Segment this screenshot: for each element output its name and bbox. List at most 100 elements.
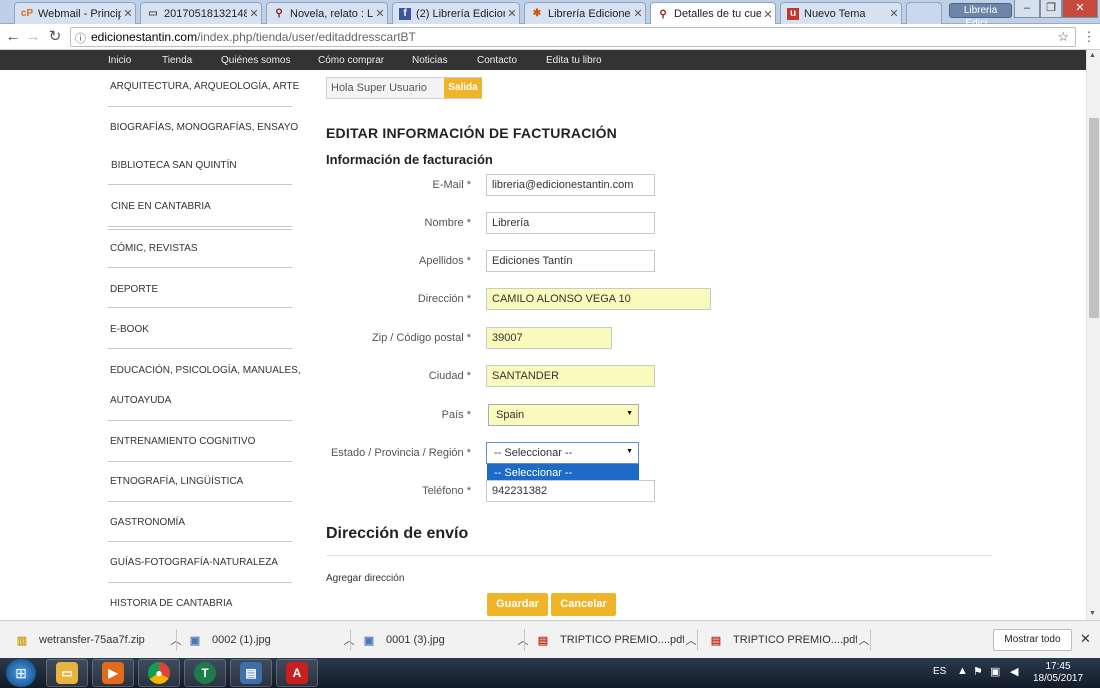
add-address-text: Agregar dirección — [326, 573, 405, 584]
url-field[interactable]: ⓘ edicionestantin.com/index.php/tienda/u… — [70, 27, 1076, 47]
category-item[interactable]: GASTRONOMÍA — [110, 517, 185, 528]
pais-select[interactable]: Spain ▼ — [488, 404, 639, 426]
estado-select[interactable]: -- Seleccionar -- ▼ — [486, 442, 639, 464]
show-hidden-icons-icon[interactable]: ▲ — [957, 665, 968, 677]
divider — [108, 267, 292, 268]
nav-quienes-somos[interactable]: Quiénes somos — [221, 55, 290, 66]
clock[interactable]: 17:45 18/05/2017 — [1032, 661, 1084, 685]
category-item[interactable]: ENTRENAMIENTO COGNITIVO — [110, 436, 255, 447]
category-item[interactable]: HISTORIA DE CANTABRIA — [110, 598, 232, 609]
apellidos-field[interactable]: Ediciones Tantín — [486, 250, 655, 272]
page-scrollbar[interactable]: ▲ ▼ — [1086, 50, 1100, 620]
category-item[interactable]: CINE EN CANTABRIA — [111, 201, 211, 212]
dropdown-arrow-icon: ▼ — [626, 410, 633, 417]
url-host: edicionestantin.com — [91, 30, 198, 44]
taskbar-acrobat[interactable]: A — [276, 659, 318, 687]
t-app-icon: T — [194, 662, 216, 684]
info-icon[interactable]: ⓘ — [75, 30, 86, 46]
close-tab-icon[interactable]: ✕ — [505, 7, 519, 20]
facebook-icon: f — [399, 7, 411, 20]
pais-value: Spain — [496, 409, 525, 421]
taskbar-explorer[interactable]: ▭ — [46, 659, 88, 687]
bookmark-star-icon[interactable]: ☆ — [1057, 29, 1069, 45]
menu-kebab-icon[interactable]: ⋮ — [1080, 28, 1098, 46]
category-item-continued[interactable]: AUTOAYUDA — [110, 395, 171, 406]
taskbar-app-t[interactable]: T — [184, 659, 226, 687]
direccion-field[interactable]: CAMILO ALONSO VEGA 10 — [486, 288, 711, 310]
taskbar-media-player[interactable]: ▶ — [92, 659, 134, 687]
category-item[interactable]: E-BOOK — [110, 324, 149, 335]
category-item[interactable]: EDUCACIÓN, PSICOLOGÍA, MANUALES, — [110, 365, 301, 376]
nav-tienda[interactable]: Tienda — [162, 55, 192, 66]
chevron-up-icon[interactable]: ︿ — [684, 632, 698, 648]
reload-icon[interactable]: ↻ — [46, 28, 64, 46]
scroll-down-icon[interactable]: ▼ — [1089, 610, 1096, 617]
tab-webmail[interactable]: cP Webmail - Principal ✕ — [14, 2, 136, 24]
show-all-downloads-button[interactable]: Mostrar todo — [993, 629, 1072, 651]
tab-novela[interactable]: ⚲ Novela, relato : La e ✕ — [266, 2, 388, 24]
maximize-button[interactable]: ❐ — [1040, 0, 1062, 18]
window-close-button[interactable]: ✕ — [1062, 0, 1098, 18]
profile-button[interactable]: Libreria Edici... — [949, 3, 1012, 29]
download-item[interactable]: ▤ TRIPTICO PREMIO....pdf ︿ — [536, 621, 698, 659]
tab-detalles-cuenta[interactable]: ⚲ Detalles de tu cuent ✕ — [650, 2, 776, 25]
volume-icon[interactable]: ◀ — [1010, 665, 1018, 678]
ciudad-field[interactable]: SANTANDER — [486, 365, 655, 387]
scroll-up-icon[interactable]: ▲ — [1089, 52, 1096, 59]
network-icon[interactable]: ▣ — [990, 665, 1000, 678]
zip-field[interactable]: 39007 — [486, 327, 612, 349]
windows-taskbar: ⊞ ▭ ▶ ● T ▤ A ES ▲ ⚑ ▣ ◀ 17:45 18/05/201… — [0, 658, 1100, 688]
chevron-up-icon[interactable]: ︿ — [857, 632, 871, 648]
language-indicator[interactable]: ES — [933, 666, 946, 677]
close-tab-icon[interactable]: ✕ — [247, 7, 261, 20]
close-tab-icon[interactable]: ✕ — [631, 7, 645, 20]
close-tab-icon[interactable]: ✕ — [373, 7, 387, 20]
category-item[interactable]: CÓMIC, REVISTAS — [110, 243, 198, 254]
close-icon[interactable]: ✕ — [1080, 631, 1091, 647]
close-tab-icon[interactable]: ✕ — [761, 8, 775, 21]
save-button[interactable]: Guardar — [487, 593, 548, 616]
tab-nuevo-tema[interactable]: u Nuevo Tema ✕ — [780, 2, 902, 24]
download-item[interactable]: ▥ wetransfer-75aa7f.zip ︿ — [15, 621, 183, 659]
back-arrow-icon[interactable]: ← — [4, 28, 22, 46]
estado-dropdown-option[interactable]: -- Seleccionar -- — [487, 464, 639, 481]
download-item[interactable]: ▤ TRIPTICO PREMIO....pdf ︿ — [709, 621, 871, 659]
nav-inicio[interactable]: Inicio — [108, 55, 131, 66]
taskbar-window[interactable]: ▤ — [230, 659, 272, 687]
category-item[interactable]: ARQUITECTURA, ARQUEOLOGÍA, ARTE — [110, 81, 299, 92]
scrollbar-thumb[interactable] — [1089, 118, 1099, 318]
telefono-field[interactable]: 942231382 — [486, 480, 655, 502]
clock-date: 18/05/2017 — [1032, 673, 1084, 684]
tab-pdf[interactable]: ▭ 20170518132148.pdf ✕ — [140, 2, 262, 24]
start-button[interactable]: ⊞ — [6, 659, 36, 687]
new-tab-button[interactable] — [906, 2, 942, 24]
category-item[interactable]: BIOGRAFÍAS, MONOGRAFÍAS, ENSAYO — [110, 122, 298, 133]
nav-edita-tu-libro[interactable]: Edita tu libro — [546, 55, 602, 66]
download-item[interactable]: ▣ 0001 (3).jpg ︿ — [362, 621, 530, 659]
download-item[interactable]: ▣ 0002 (1).jpg ︿ — [188, 621, 356, 659]
taskbar-chrome[interactable]: ● — [138, 659, 180, 687]
nav-como-comprar[interactable]: Cómo comprar — [318, 55, 384, 66]
cancel-button[interactable]: Cancelar — [551, 593, 616, 616]
nav-noticias[interactable]: Noticias — [412, 55, 448, 66]
chevron-up-icon[interactable]: ︿ — [342, 632, 356, 648]
flag-icon[interactable]: ⚑ — [973, 665, 983, 678]
chevron-up-icon[interactable]: ︿ — [516, 632, 530, 648]
u-icon: u — [787, 7, 799, 20]
category-item[interactable]: ETNOGRAFÍA, LINGÜÍSTICA — [110, 476, 243, 487]
zip-label: Zip / Código postal * — [371, 332, 471, 344]
category-item[interactable]: GUÍAS-FOTOGRAFÍA-NATURALEZA — [110, 557, 278, 568]
tab-facebook[interactable]: f (2) Librería Ediciones ✕ — [392, 2, 520, 24]
image-icon: ▣ — [189, 634, 201, 647]
minimize-button[interactable]: – — [1014, 0, 1040, 18]
nombre-field[interactable]: Librería — [486, 212, 655, 234]
logout-button[interactable]: Salida — [444, 78, 482, 98]
email-field[interactable]: libreria@edicionestantin.com — [486, 174, 655, 196]
forward-arrow-icon[interactable]: → — [24, 28, 42, 46]
category-item[interactable]: BIBLIOTECA SAN QUINTÍN — [111, 160, 237, 171]
category-item[interactable]: DEPORTE — [110, 284, 158, 295]
close-tab-icon[interactable]: ✕ — [887, 7, 901, 20]
nav-contacto[interactable]: Contacto — [477, 55, 517, 66]
tab-joomla[interactable]: ✱ Librería Ediciones T ✕ — [524, 2, 646, 24]
close-tab-icon[interactable]: ✕ — [121, 7, 135, 20]
